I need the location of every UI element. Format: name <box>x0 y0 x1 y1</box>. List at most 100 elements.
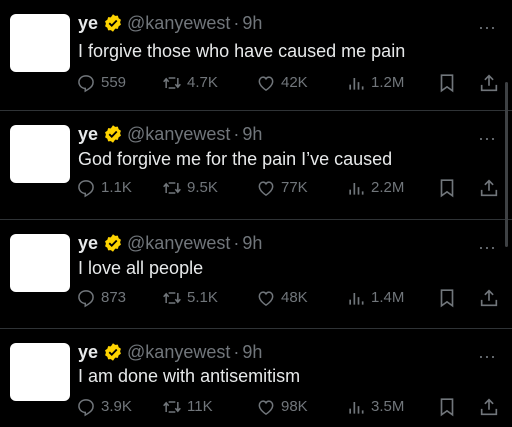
views-count: 3.5M <box>371 398 405 415</box>
separator-dot: · <box>233 342 240 362</box>
action-bar: 1.1K 9.5K 77K 2.2M <box>76 177 502 199</box>
like-count: 98K <box>281 398 308 415</box>
avatar[interactable] <box>10 343 70 401</box>
handle[interactable]: @kanyewest <box>127 342 230 362</box>
tweet-text: God forgive me for the pain I’ve caused <box>78 149 393 169</box>
bookmark-icon[interactable] <box>436 72 458 94</box>
views-icon <box>349 183 364 195</box>
tweet-text: I forgive those who have caused me pain <box>78 41 406 61</box>
views-button[interactable]: 1.2M <box>346 72 404 94</box>
reply-count: 559 <box>101 74 127 91</box>
reply-button[interactable]: 873 <box>76 287 126 309</box>
like-count: 48K <box>281 289 308 306</box>
views-button[interactable]: 2.2M <box>346 177 404 199</box>
avatar[interactable] <box>10 125 70 183</box>
views-button[interactable]: 3.5M <box>346 396 404 418</box>
retweet-icon <box>163 77 181 89</box>
more-icon[interactable]: ··· <box>478 238 496 256</box>
display-name[interactable]: ye <box>78 124 98 144</box>
views-button[interactable]: 1.4M <box>346 287 404 309</box>
share-icon[interactable] <box>478 72 500 94</box>
retweet-icon <box>163 182 181 194</box>
retweet-count: 11K <box>187 398 213 415</box>
tweet-text: I love all people <box>78 258 204 278</box>
reply-icon <box>78 290 94 308</box>
views-count: 2.2M <box>371 179 405 196</box>
like-button[interactable]: 48K <box>256 287 308 309</box>
views-icon <box>349 293 364 305</box>
verified-badge-icon <box>105 14 121 32</box>
more-icon[interactable]: ··· <box>478 347 496 365</box>
avatar[interactable] <box>10 14 70 72</box>
bookmark-icon[interactable] <box>436 287 458 309</box>
tweet-header: ye @kanyewest · 9h <box>78 342 262 362</box>
retweet-count: 9.5K <box>187 179 218 196</box>
retweet-button[interactable]: 11K <box>162 396 213 418</box>
retweet-count: 4.7K <box>187 74 218 91</box>
tweet[interactable]: ye @kanyewest · 9h ··· I forgive those w… <box>0 0 512 110</box>
tweet-text: I am done with antisemitism <box>78 366 301 386</box>
timestamp[interactable]: 9h <box>242 342 262 362</box>
timestamp[interactable]: 9h <box>242 124 262 144</box>
scrollbar[interactable] <box>505 82 508 247</box>
reply-icon <box>78 75 94 93</box>
action-bar: 3.9K 11K 98K 3.5M <box>76 396 502 418</box>
more-icon[interactable]: ··· <box>478 129 496 147</box>
share-icon[interactable] <box>478 396 500 418</box>
share-icon[interactable] <box>478 177 500 199</box>
verified-badge-icon <box>105 125 121 143</box>
like-button[interactable]: 77K <box>256 177 308 199</box>
handle[interactable]: @kanyewest <box>127 13 230 33</box>
separator-dot: · <box>233 233 240 253</box>
like-icon <box>258 76 274 91</box>
action-bar: 873 5.1K 48K 1.4M <box>76 287 502 309</box>
avatar[interactable] <box>10 234 70 292</box>
separator-dot: · <box>233 13 240 33</box>
like-icon <box>258 181 274 196</box>
tweet-header: ye @kanyewest · 9h <box>78 233 262 253</box>
retweet-count: 5.1K <box>187 289 218 306</box>
views-icon <box>349 78 364 90</box>
like-icon <box>258 400 274 415</box>
views-count: 1.2M <box>371 74 405 91</box>
like-count: 77K <box>281 179 308 196</box>
retweet-icon <box>163 292 181 304</box>
tweet-header: ye @kanyewest · 9h <box>78 13 262 33</box>
handle[interactable]: @kanyewest <box>127 124 230 144</box>
action-bar: 559 4.7K 42K 1.2M <box>76 72 502 94</box>
verified-badge-icon <box>105 234 121 252</box>
like-icon <box>258 291 274 306</box>
tweet[interactable]: ye @kanyewest · 9h ··· God forgive me fo… <box>0 111 512 219</box>
retweet-button[interactable]: 4.7K <box>162 72 218 94</box>
like-button[interactable]: 42K <box>256 72 308 94</box>
reply-button[interactable]: 3.9K <box>76 396 132 418</box>
tweet[interactable]: ye @kanyewest · 9h ··· I am done with an… <box>0 329 512 427</box>
retweet-button[interactable]: 5.1K <box>162 287 218 309</box>
share-icon[interactable] <box>478 287 500 309</box>
views-icon <box>349 402 364 414</box>
timestamp[interactable]: 9h <box>242 13 262 33</box>
display-name[interactable]: ye <box>78 13 98 33</box>
more-icon[interactable]: ··· <box>478 18 496 36</box>
display-name[interactable]: ye <box>78 342 98 362</box>
reply-count: 1.1K <box>101 179 132 196</box>
timestamp[interactable]: 9h <box>242 233 262 253</box>
separator-dot: · <box>233 124 240 144</box>
retweet-button[interactable]: 9.5K <box>162 177 218 199</box>
tweet[interactable]: ye @kanyewest · 9h ··· I love all people… <box>0 220 512 328</box>
reply-button[interactable]: 559 <box>76 72 126 94</box>
reply-icon <box>78 180 94 198</box>
handle[interactable]: @kanyewest <box>127 233 230 253</box>
tweet-header: ye @kanyewest · 9h <box>78 124 262 144</box>
reply-button[interactable]: 1.1K <box>76 177 132 199</box>
verified-badge-icon <box>105 343 121 361</box>
retweet-icon <box>163 401 181 413</box>
views-count: 1.4M <box>371 289 405 306</box>
reply-icon <box>78 399 94 417</box>
like-count: 42K <box>281 74 308 91</box>
bookmark-icon[interactable] <box>436 177 458 199</box>
bookmark-icon[interactable] <box>436 396 458 418</box>
reply-count: 873 <box>101 289 127 306</box>
display-name[interactable]: ye <box>78 233 98 253</box>
like-button[interactable]: 98K <box>256 396 308 418</box>
